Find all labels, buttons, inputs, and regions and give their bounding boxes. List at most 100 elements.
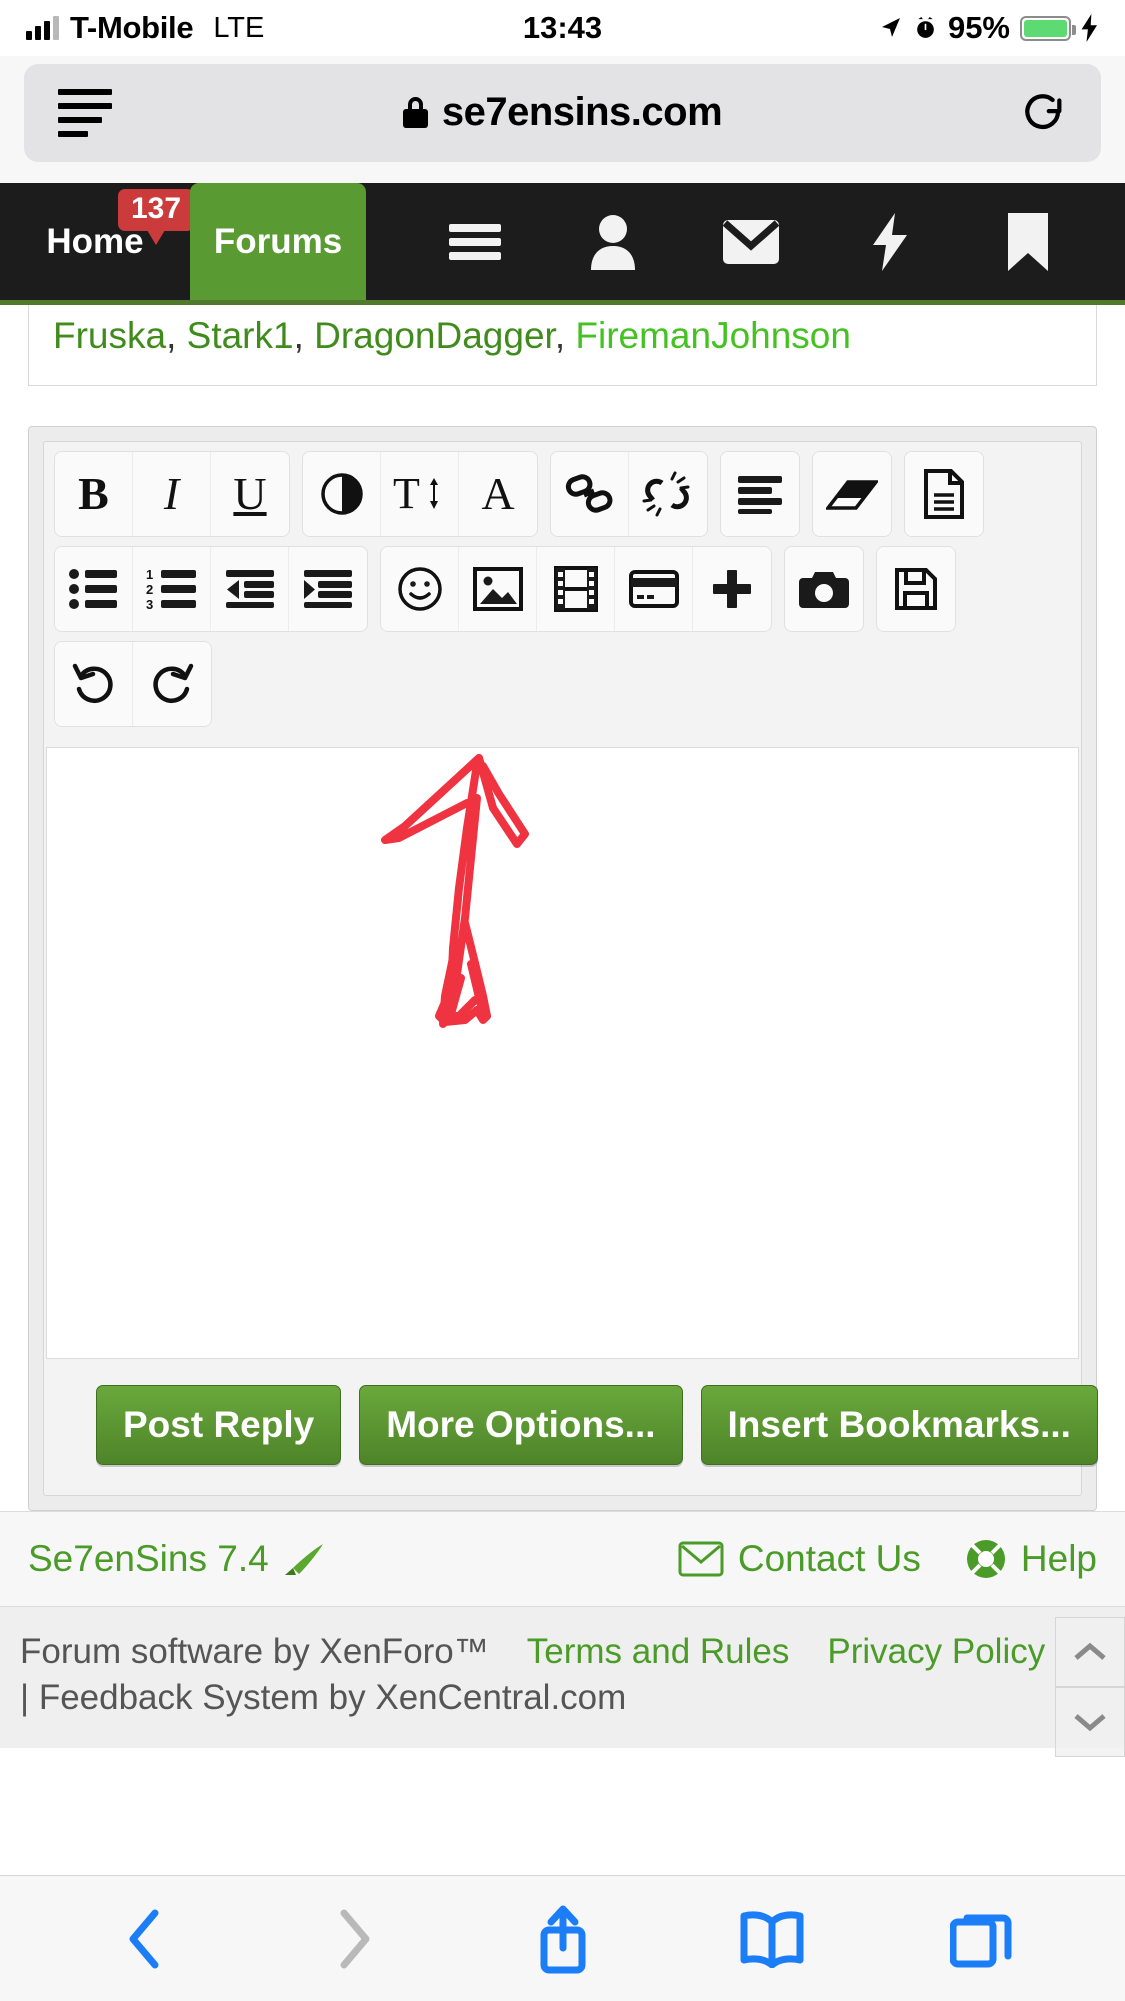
save-button[interactable] (877, 547, 955, 632)
nav-tab-home[interactable]: Home 137 (0, 183, 195, 300)
underline-button[interactable]: U (211, 452, 289, 537)
browser-url-bar-container: se7ensins.com (0, 56, 1125, 183)
font-family-button[interactable]: A (459, 452, 537, 537)
insert-bookmarks-button[interactable]: Insert Bookmarks... (700, 1385, 1098, 1466)
indent-button[interactable] (289, 547, 367, 632)
reply-text-canvas[interactable] (46, 747, 1079, 1360)
user-link[interactable]: DragonDagger (314, 315, 555, 356)
footer-bar: Se7enSins 7.4 Contact Us Help (0, 1511, 1125, 1607)
font-size-icon: T (393, 470, 438, 518)
film-icon (553, 566, 598, 613)
contact-us-label: Contact Us (737, 1538, 921, 1580)
document-icon (924, 469, 964, 520)
scroll-down-button[interactable] (1055, 1687, 1125, 1757)
help-link[interactable]: Help (965, 1538, 1097, 1580)
terms-and-rules-link[interactable]: Terms and Rules (527, 1632, 790, 1671)
bookmarks-button[interactable] (727, 1894, 817, 1984)
color-circle-icon (320, 473, 363, 515)
italic-glyph: I (163, 468, 180, 520)
chevron-right-icon (340, 1909, 369, 1968)
insert-media-button[interactable] (537, 547, 615, 632)
bookmark-icon[interactable] (988, 183, 1068, 300)
undo-button[interactable] (55, 642, 133, 727)
insert-card-button[interactable] (615, 547, 693, 632)
insert-link-button[interactable] (551, 452, 629, 537)
envelope-icon (678, 1541, 724, 1577)
font-size-button[interactable]: T (381, 452, 459, 537)
lightning-bolt-icon[interactable] (850, 183, 930, 300)
bullet-list-icon (68, 569, 117, 610)
insert-image-button[interactable] (459, 547, 537, 632)
more-button[interactable] (693, 547, 771, 632)
undo-icon (72, 664, 113, 704)
underline-glyph: U (233, 468, 267, 520)
reply-editor-container: B I U T A 1 2 3 Post Reply More Options.… (28, 426, 1125, 1757)
help-label: Help (1020, 1538, 1097, 1580)
reader-view-icon[interactable] (58, 88, 112, 137)
nav-tab-forums-label: Forums (213, 221, 343, 261)
location-arrow-icon (881, 18, 900, 37)
share-button[interactable] (518, 1894, 608, 1984)
link-icon (565, 474, 612, 513)
scroll-controls (1055, 1617, 1125, 1757)
user-link[interactable]: FiremanJohnson (575, 315, 851, 356)
outdent-icon (225, 570, 274, 609)
status-bar-right: 95% (879, 10, 1099, 46)
camera-button[interactable] (785, 547, 863, 632)
footer-links: Contact Us Help (678, 1538, 1097, 1580)
bold-button[interactable]: B (55, 452, 133, 537)
toolbar-group-align (720, 451, 800, 538)
editor-button-row: Post Reply More Options... Insert Bookma… (44, 1359, 1098, 1495)
forward-button[interactable] (309, 1894, 399, 1984)
remove-formatting-button[interactable] (813, 452, 891, 537)
camera-icon (799, 572, 849, 609)
numbered-list-icon: 1 2 3 (146, 568, 196, 610)
contact-us-link[interactable]: Contact Us (678, 1538, 921, 1580)
more-options-button[interactable]: More Options... (359, 1385, 683, 1466)
toolbar-group-text-style: B I U (54, 451, 290, 538)
outdent-button[interactable] (211, 547, 289, 632)
paintbrush-icon (284, 1544, 323, 1576)
reload-icon[interactable] (1021, 90, 1067, 136)
draft-button[interactable] (905, 452, 983, 537)
align-left-icon (738, 476, 782, 515)
toolbar-group-font: T A (302, 451, 538, 538)
toolbar-group-link (550, 451, 708, 538)
remove-link-button[interactable] (629, 452, 707, 537)
hamburger-menu-icon[interactable] (435, 183, 515, 300)
numbered-list-button[interactable]: 1 2 3 (133, 547, 211, 632)
nav-icon-group (366, 183, 1125, 300)
url-display: se7ensins.com (24, 90, 1101, 135)
align-button[interactable] (721, 452, 799, 537)
nav-tab-forums[interactable]: Forums (190, 183, 366, 300)
bullet-list-button[interactable] (55, 547, 133, 632)
tabs-button[interactable] (936, 1894, 1026, 1984)
xenforo-credit: Forum software by XenForo™ (20, 1632, 489, 1672)
smiley-icon (397, 567, 442, 611)
site-version[interactable]: Se7enSins 7.4 (28, 1538, 325, 1580)
user-icon[interactable] (573, 183, 653, 300)
site-navigation-bar: Home 137 Forums (0, 183, 1125, 305)
smilies-button[interactable] (381, 547, 459, 632)
toolbar-group-draft (904, 451, 984, 538)
charging-bolt-icon (1081, 14, 1097, 42)
browser-url-bar[interactable]: se7ensins.com (24, 63, 1101, 162)
footer-credits: Forum software by XenForo™ Terms and Rule… (0, 1606, 1125, 1748)
post-reply-button[interactable]: Post Reply (96, 1385, 342, 1466)
scroll-up-button[interactable] (1055, 1617, 1125, 1687)
privacy-policy-link[interactable]: Privacy Policy (827, 1632, 1045, 1671)
text-color-button[interactable] (303, 452, 381, 537)
italic-button[interactable]: I (133, 452, 211, 537)
toolbar-group-insert (380, 546, 772, 633)
user-link[interactable]: Fruska (53, 315, 166, 356)
bold-glyph: B (78, 468, 109, 520)
mail-icon[interactable] (711, 183, 791, 300)
unlink-icon (642, 471, 690, 517)
redo-button[interactable] (133, 642, 211, 727)
card-icon (628, 570, 679, 609)
site-version-label: Se7enSins 7.4 (28, 1538, 269, 1580)
alerts-badge: 137 (118, 189, 195, 245)
svg-text:2: 2 (146, 582, 153, 597)
back-button[interactable] (100, 1894, 190, 1984)
user-link[interactable]: Stark1 (187, 315, 294, 356)
